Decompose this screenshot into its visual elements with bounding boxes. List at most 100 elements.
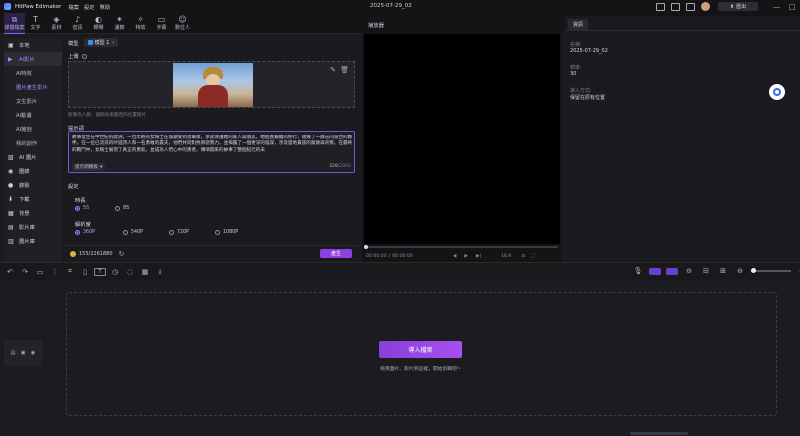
sidebar-item-11[interactable]: ⬇ 下載 bbox=[4, 192, 62, 206]
resolution-option-1080p[interactable]: 1080P bbox=[215, 230, 238, 235]
sidebar-item-10[interactable]: ● 錄製 bbox=[4, 178, 62, 192]
import-files-button[interactable]: 導入檔案 bbox=[379, 341, 462, 358]
zoom-slider[interactable] bbox=[751, 268, 791, 273]
sidebar-item-label: AI 圖片 bbox=[19, 155, 37, 161]
play-icon[interactable]: ▶ bbox=[464, 254, 468, 259]
assistant-float-icon[interactable] bbox=[769, 84, 785, 100]
sidebar-item-9[interactable]: ◉ 圖錄 bbox=[4, 164, 62, 178]
toolbar-tab-6[interactable]: ✧ 特效 bbox=[130, 13, 151, 34]
resolution-option-360p[interactable]: 360P bbox=[75, 230, 123, 235]
sidebar-item-14[interactable]: ▥ 圖片庫 bbox=[4, 234, 62, 248]
maximize-icon[interactable]: □ bbox=[789, 3, 796, 11]
adjust-icon[interactable]: ▦ bbox=[139, 268, 151, 276]
sidebar-item-7[interactable]: 我的創作 bbox=[4, 136, 62, 150]
sidebar-item-1[interactable]: ▶ AI影片 bbox=[4, 52, 62, 66]
filter-icon: ◐ bbox=[95, 15, 102, 24]
zoom-slider-handle[interactable] bbox=[751, 268, 756, 273]
info-icon[interactable] bbox=[81, 53, 87, 59]
fullscreen-icon[interactable]: ⛶ bbox=[531, 253, 534, 259]
duration-option-5s[interactable]: 5S bbox=[75, 206, 89, 211]
sidebar-item-0[interactable]: ▣ 本地 bbox=[4, 38, 62, 52]
background-icon: ▦ bbox=[8, 209, 14, 217]
freeze-icon[interactable]: ▯ bbox=[79, 268, 91, 276]
chain-icon[interactable]: ⊖ bbox=[683, 267, 695, 275]
split-icon[interactable]: ⋮ bbox=[49, 268, 61, 276]
upload-hint: 影像為人臉、鏡頭效果最佳的位置照片 bbox=[68, 113, 147, 118]
toolbar-tab-3[interactable]: ♪ 音訊 bbox=[67, 13, 88, 34]
crop-icon[interactable]: ⌗ bbox=[64, 267, 76, 276]
toolbar-tab-5[interactable]: ✶ 濾鏡 bbox=[109, 13, 130, 34]
sidebar-item-13[interactable]: ▤ 影片庫 bbox=[4, 220, 62, 234]
progress-handle[interactable] bbox=[364, 245, 368, 249]
microphone-icon[interactable]: 🎙 bbox=[632, 267, 644, 275]
duration-option-8s[interactable]: 8S bbox=[115, 206, 129, 211]
track-lock-icon[interactable]: ▣ bbox=[21, 350, 26, 356]
toolbar-tab-7[interactable]: ▭ 字幕 bbox=[151, 13, 172, 34]
prompt-template-label: 提示詞模板 bbox=[75, 165, 98, 170]
edit-icon[interactable]: ✎ bbox=[330, 66, 336, 74]
detach-icon[interactable]: ⤓ bbox=[154, 267, 166, 276]
timeline-hint: 拖曳圖片、影片到這裡，開始剪輯吧~ bbox=[380, 367, 461, 372]
sidebar-item-8[interactable]: ▧ AI 圖片 bbox=[4, 150, 62, 164]
sidebar-item-label: 圖錄 bbox=[19, 169, 30, 175]
prompt-textarea[interactable]: 故事發生在中世紀的歐洲，一位年輕的女騎士在城鎮受到攻擊後，承諾保護她的家人與朋友… bbox=[68, 131, 355, 173]
upload-dropzone[interactable]: ✎ 🗑 bbox=[68, 61, 355, 108]
model-selector[interactable]: 模型 1 › bbox=[83, 38, 119, 47]
toolbar-tab-4[interactable]: ◐ 轉場 bbox=[88, 13, 109, 34]
record-icon: ◉ bbox=[8, 167, 14, 175]
zoom-out-icon[interactable]: ⊖ bbox=[734, 267, 746, 275]
refresh-icon[interactable]: ↻ bbox=[119, 250, 125, 258]
sidebar-item-label: AI特效 bbox=[16, 71, 32, 77]
sidebar-item-12[interactable]: ▦ 背景 bbox=[4, 206, 62, 220]
feedback-icon[interactable] bbox=[671, 2, 680, 11]
preview-track-icon[interactable]: ⊟ bbox=[700, 267, 712, 275]
chevron-down-icon: ▾ bbox=[99, 164, 103, 170]
sidebar-item-6[interactable]: AI擁抱 bbox=[4, 122, 62, 136]
resolution-option-720p[interactable]: 720P bbox=[169, 230, 215, 235]
redo-icon[interactable]: ↷ bbox=[19, 268, 31, 276]
app-name: HitPaw Edimakor bbox=[15, 3, 62, 10]
undo-icon[interactable]: ↶ bbox=[4, 268, 16, 276]
magnet-toggle-icon[interactable] bbox=[649, 267, 661, 275]
link-toggle-icon[interactable] bbox=[666, 267, 678, 275]
sidebar-item-label: 我的創作 bbox=[16, 141, 38, 147]
aspect-ratio[interactable]: 16:9 bbox=[501, 254, 511, 259]
timeline-scrollbar[interactable] bbox=[630, 432, 688, 435]
menu-file[interactable]: 檔案 bbox=[68, 3, 79, 11]
track-video-icon[interactable]: ▤ bbox=[11, 350, 16, 356]
message-icon[interactable] bbox=[686, 2, 695, 11]
track-visibility-icon[interactable]: ◉ bbox=[31, 350, 35, 356]
duration-label: 時長 bbox=[75, 198, 86, 204]
toolbar-tab-1[interactable]: T 文字 bbox=[25, 13, 46, 34]
image-library-icon: ▥ bbox=[8, 237, 14, 245]
speed-icon[interactable]: ◷ bbox=[109, 268, 121, 276]
toolbar-tab-2[interactable]: ◈ 素材 bbox=[46, 13, 67, 34]
trash-icon[interactable]: ▭ bbox=[34, 268, 46, 276]
zoom-in-icon[interactable]: ⊕ bbox=[796, 267, 800, 275]
mask-icon[interactable]: ◌ bbox=[124, 268, 136, 276]
monitor-icon[interactable] bbox=[656, 2, 665, 11]
menu-help[interactable]: 幫助 bbox=[100, 3, 111, 11]
player-progress-bar[interactable] bbox=[364, 245, 558, 249]
sidebar-item-5[interactable]: AI動畫 bbox=[4, 108, 62, 122]
player-screen[interactable] bbox=[364, 34, 560, 244]
text-tool-icon[interactable]: T bbox=[94, 267, 106, 276]
fit-icon[interactable]: ⊞ bbox=[717, 267, 729, 275]
delete-icon[interactable]: 🗑 bbox=[340, 66, 349, 74]
toolbar-tab-0[interactable]: ⧉ 媒體檔案 bbox=[4, 12, 25, 34]
generate-button[interactable]: 產生 bbox=[320, 249, 352, 258]
prev-frame-icon[interactable]: ◀ bbox=[453, 254, 457, 259]
menu-settings[interactable]: 設定 bbox=[84, 3, 95, 11]
tab-info[interactable]: 資訊 bbox=[568, 19, 588, 30]
export-button[interactable]: ⬆ 匯出 bbox=[718, 2, 758, 11]
prompt-template-button[interactable]: 提示詞模板 ▾ bbox=[72, 163, 106, 171]
snapshot-icon[interactable]: ⊡ bbox=[521, 254, 525, 259]
sidebar-item-2[interactable]: AI特效 bbox=[4, 66, 62, 80]
toolbar-tab-8[interactable]: ☺ 數位人 bbox=[172, 13, 193, 34]
minimize-icon[interactable]: — bbox=[773, 3, 780, 11]
sidebar-item-3[interactable]: 圖片產生影片 bbox=[4, 80, 62, 94]
resolution-option-540p[interactable]: 540P bbox=[123, 230, 169, 235]
user-avatar[interactable] bbox=[701, 2, 710, 11]
sidebar-item-4[interactable]: 文生影片 bbox=[4, 94, 62, 108]
next-frame-icon[interactable]: ▶| bbox=[476, 254, 481, 259]
